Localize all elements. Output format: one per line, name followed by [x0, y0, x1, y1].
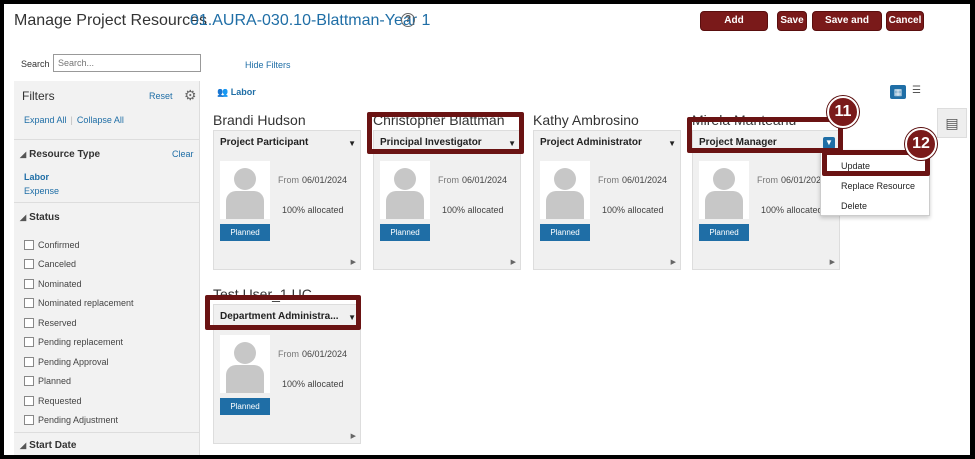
- role-dropdown[interactable]: Project Administrator ▼: [540, 137, 678, 148]
- collapse-triangle-icon: ◢: [20, 441, 27, 450]
- expand-arrow-icon[interactable]: ▶: [671, 258, 676, 266]
- highlight-box: [367, 112, 524, 154]
- page-header: Manage Project Resources 01.AURA-030.10-…: [4, 4, 970, 48]
- start-date: From 06/01/2024: [598, 175, 668, 185]
- status-checkbox-item[interactable]: Nominated replacement: [24, 294, 134, 314]
- menu-item-delete[interactable]: Delete: [841, 201, 867, 211]
- hide-filters-link[interactable]: Hide Filters: [245, 60, 291, 70]
- checkbox[interactable]: [24, 259, 34, 270]
- caret-down-icon[interactable]: ▼: [348, 139, 356, 148]
- avatar-placeholder-icon: [540, 161, 590, 219]
- clear-link[interactable]: Clear: [172, 149, 194, 159]
- resource-card-body: Project Administrator ▼ From 06/01/2024 10…: [533, 130, 681, 270]
- role-dropdown[interactable]: Project Participant ▼: [220, 137, 358, 148]
- highlight-box: [687, 117, 843, 153]
- resource-card-body: Project Participant ▼ From 06/01/2024 100%…: [213, 130, 361, 270]
- start-date: From 06/01/2024: [757, 175, 827, 185]
- expand-collapse-row: Expand All | Collapse All: [24, 115, 124, 125]
- status-checkbox-item[interactable]: Canceled: [24, 255, 134, 275]
- status-badge: Planned: [540, 224, 590, 241]
- status-checkbox-item[interactable]: Nominated: [24, 274, 134, 294]
- start-date: From 06/01/2024: [278, 349, 348, 359]
- start-date-section[interactable]: ◢ Start Date: [20, 440, 76, 451]
- checkbox[interactable]: [24, 415, 34, 426]
- caret-down-icon[interactable]: ▼: [668, 139, 676, 148]
- avatar-placeholder-icon: [699, 161, 749, 219]
- allocation: 100% allocated: [282, 205, 344, 215]
- start-date: From 06/01/2024: [438, 175, 508, 185]
- checkbox[interactable]: [24, 356, 34, 367]
- collapse-triangle-icon: ◢: [20, 213, 27, 222]
- status-badge: Planned: [380, 224, 430, 241]
- checkbox[interactable]: [24, 376, 34, 387]
- resource-type-expense[interactable]: Expense: [24, 186, 59, 196]
- resource-name: Kathy Ambrosino: [533, 112, 639, 128]
- menu-item-replace-resource[interactable]: Replace Resource: [841, 181, 915, 191]
- checkbox[interactable]: [24, 317, 34, 328]
- allocation: 100% allocated: [442, 205, 504, 215]
- checkbox[interactable]: [24, 395, 34, 406]
- status-badge: Planned: [220, 224, 270, 241]
- collapse-all-link[interactable]: Collapse All: [77, 115, 124, 125]
- filters-panel: Filters Reset ⚙ Expand All | Collapse All …: [14, 81, 200, 455]
- add-resource-button[interactable]: Add Resource: [700, 11, 768, 44]
- highlight-box: [205, 295, 361, 330]
- grid-view-icon[interactable]: ▦: [890, 85, 906, 99]
- status-badge: Planned: [220, 398, 270, 415]
- side-panel-icon[interactable]: ▤: [937, 108, 967, 138]
- status-checkbox-item[interactable]: Confirmed: [24, 235, 134, 255]
- cancel-button[interactable]: Cancel: [886, 11, 924, 31]
- step-callout-12: 12: [905, 128, 937, 160]
- status-checkbox-item[interactable]: Reserved: [24, 313, 134, 333]
- save-button[interactable]: Save: [777, 11, 807, 31]
- collapse-triangle-icon: ◢: [20, 150, 27, 159]
- help-icon[interactable]: ?: [401, 13, 415, 27]
- status-checkbox-item[interactable]: Requested: [24, 391, 134, 411]
- status-checkbox-item[interactable]: Planned: [24, 372, 134, 392]
- expand-arrow-icon[interactable]: ▶: [351, 258, 356, 266]
- start-date: From 06/01/2024: [278, 175, 348, 185]
- expand-arrow-icon[interactable]: ▶: [351, 432, 356, 440]
- avatar-placeholder-icon: [220, 161, 270, 219]
- status-list: Confirmed Canceled Nominated Nominated r…: [24, 235, 134, 430]
- expand-arrow-icon[interactable]: ▶: [830, 258, 835, 266]
- resource-type-labor[interactable]: Labor: [24, 172, 49, 182]
- checkbox[interactable]: [24, 239, 34, 250]
- project-name-link[interactable]: 01.AURA-030.10-Blattman-Year 1: [190, 12, 430, 30]
- divider: [14, 202, 200, 203]
- checkbox[interactable]: [24, 337, 34, 348]
- checkbox[interactable]: [24, 278, 34, 289]
- expand-all-link[interactable]: Expand All: [24, 115, 67, 125]
- people-icon: 👥: [217, 87, 229, 97]
- search-input[interactable]: [53, 54, 201, 72]
- avatar-placeholder-icon: [380, 161, 430, 219]
- divider: [14, 139, 200, 140]
- resource-type-section[interactable]: ◢ Resource Type: [20, 149, 100, 160]
- reset-link[interactable]: Reset: [149, 91, 173, 101]
- status-checkbox-item[interactable]: Pending Adjustment: [24, 411, 134, 431]
- resource-name: Brandi Hudson: [213, 112, 306, 128]
- status-checkbox-item[interactable]: Pending replacement: [24, 333, 134, 353]
- status-badge: Planned: [699, 224, 749, 241]
- allocation: 100% allocated: [761, 205, 823, 215]
- save-and-close-button[interactable]: Save and Close: [812, 11, 882, 44]
- avatar-placeholder-icon: [220, 335, 270, 393]
- app-frame: Manage Project Resources 01.AURA-030.10-…: [4, 4, 970, 455]
- gear-icon[interactable]: ⚙: [184, 88, 197, 102]
- labor-tag[interactable]: 👥 Labor: [217, 87, 256, 98]
- status-checkbox-item[interactable]: Pending Approval: [24, 352, 134, 372]
- allocation: 100% allocated: [282, 379, 344, 389]
- list-view-icon[interactable]: ☰: [912, 85, 921, 96]
- checkbox[interactable]: [24, 298, 34, 309]
- step-callout-11: 11: [827, 96, 859, 128]
- expand-arrow-icon[interactable]: ▶: [511, 258, 516, 266]
- page-title: Manage Project Resources: [14, 12, 207, 29]
- filters-title: Filters: [22, 89, 55, 103]
- divider: [14, 432, 200, 433]
- separator: |: [70, 115, 73, 125]
- search-label: Search: [21, 59, 50, 69]
- status-section[interactable]: ◢ Status: [20, 212, 60, 223]
- allocation: 100% allocated: [602, 205, 664, 215]
